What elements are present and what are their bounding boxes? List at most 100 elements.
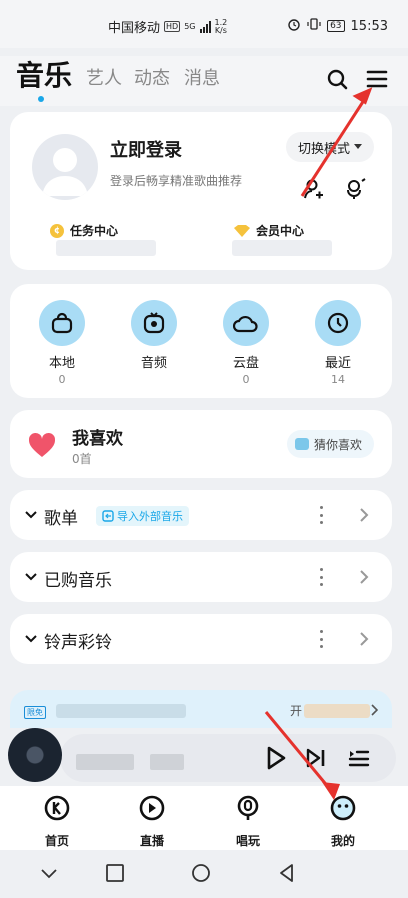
playlist-icon[interactable] [348, 747, 370, 773]
song-title-blurred [76, 754, 134, 770]
next-track-icon[interactable] [306, 748, 326, 772]
bottom-tab-live[interactable]: 直播 [117, 794, 187, 849]
vip-banner-blurred-text [56, 704, 186, 718]
recognize-song-icon[interactable] [344, 178, 366, 200]
bottom-tab-home[interactable]: 首页 [22, 794, 92, 849]
login-title[interactable]: 立即登录 [110, 136, 182, 162]
member-center-label: 会员中心 [256, 224, 305, 238]
chevron-right-icon[interactable] [358, 632, 370, 646]
tab-artists[interactable]: 艺人 [86, 64, 122, 90]
import-music-button[interactable]: 导入外部音乐 [96, 506, 189, 526]
add-friend-icon[interactable] [302, 178, 324, 200]
guess-you-like-label: 猜你喜欢 [313, 437, 362, 452]
bottom-tab-home-label: 首页 [44, 834, 69, 848]
nav-home-icon[interactable] [190, 862, 212, 884]
avatar[interactable] [32, 134, 98, 200]
section-ringtones[interactable]: 铃声彩铃 [10, 614, 392, 664]
vip-banner[interactable]: 限免 开 [10, 690, 392, 730]
radio-icon [131, 300, 177, 346]
song-artist-blurred [150, 754, 184, 770]
bottom-tab-live-label: 直播 [139, 834, 164, 848]
carrier-name: 中国移动 [108, 21, 161, 36]
quick-recent-label: 最近 [324, 356, 351, 371]
quick-recent[interactable]: 最近 14 [303, 300, 373, 386]
section-playlists[interactable]: 歌单 导入外部音乐 [10, 490, 392, 540]
chevron-right-icon [371, 704, 378, 716]
bag-icon [39, 300, 85, 346]
chevron-down-icon [25, 635, 37, 643]
section-ringtones-title: 铃声彩铃 [44, 633, 112, 653]
member-center-detail [232, 240, 332, 256]
nav-back-icon[interactable] [276, 862, 298, 884]
favorites-card[interactable]: 我喜欢 0首 猜你喜欢 [10, 410, 392, 478]
hd-badge: HD [164, 21, 181, 32]
tab-messages[interactable]: 消息 [184, 64, 220, 90]
caret-down-icon [354, 144, 362, 149]
quick-local[interactable]: 本地 0 [27, 300, 97, 386]
chevron-down-icon [25, 573, 37, 581]
bottom-tab-bar: 首页 直播 唱玩 我的 [0, 786, 408, 850]
more-options-icon[interactable] [320, 506, 324, 524]
quick-recent-count: 14 [331, 373, 345, 386]
clock-time: 15:53 [350, 18, 388, 34]
task-center-label: 任务中心 [70, 224, 119, 238]
quick-audio[interactable]: 音频 [119, 300, 189, 373]
quick-audio-label: 音频 [140, 356, 167, 371]
import-icon [102, 510, 114, 522]
mini-player[interactable] [0, 728, 408, 786]
task-center-link[interactable]: ¢ 任务中心 [50, 222, 118, 239]
member-center-link[interactable]: 会员中心 [234, 222, 304, 239]
system-nav-bar [0, 850, 408, 898]
mic-icon [237, 795, 259, 820]
network-type: 5G [184, 22, 196, 31]
favorites-title: 我喜欢 [72, 429, 123, 449]
heart-icon [28, 432, 56, 458]
switch-mode-label: 切换模式 [297, 141, 350, 157]
nav-recent-apps-icon[interactable] [104, 862, 126, 884]
quick-cloud-label: 云盘 [232, 356, 259, 371]
diamond-icon [234, 224, 250, 237]
clock-icon [315, 300, 361, 346]
import-music-label: 导入外部音乐 [117, 510, 183, 523]
net-speed-unit: K/s [214, 25, 227, 35]
coin-icon: ¢ [50, 223, 64, 238]
vibrate-icon [307, 17, 321, 35]
chevron-right-icon[interactable] [358, 570, 370, 584]
search-icon[interactable] [324, 66, 350, 92]
profile-card: 立即登录 登录后畅享精准歌曲推荐 切换模式 ¢ 任务中心 会员中心 [10, 112, 392, 270]
top-nav: 音乐 艺人 动态 消息 [0, 56, 408, 106]
face-icon [330, 795, 356, 821]
nav-hide-icon[interactable] [38, 862, 60, 884]
bottom-tab-sing[interactable]: 唱玩 [213, 794, 283, 849]
bottom-tab-mine-label: 我的 [330, 834, 355, 848]
task-center-detail [56, 240, 156, 256]
status-bar: 中国移动 HD 5G 1.2 K/s 63 15:53 [0, 0, 408, 48]
album-cover[interactable] [8, 728, 62, 782]
signal-icon [199, 20, 211, 33]
menu-icon[interactable] [364, 66, 390, 92]
music-box-icon [294, 438, 309, 450]
more-options-icon[interactable] [320, 568, 324, 586]
section-purchased-title: 已购音乐 [44, 571, 112, 591]
vip-free-tag: 限免 [24, 706, 46, 719]
play-icon[interactable] [266, 746, 286, 774]
vip-banner-blurred-price [304, 704, 370, 718]
chevron-down-icon [25, 511, 37, 519]
bottom-tab-mine[interactable]: 我的 [308, 794, 378, 849]
more-options-icon[interactable] [320, 630, 324, 648]
quick-cloud-count: 0 [242, 373, 250, 386]
switch-mode-button[interactable]: 切换模式 [285, 132, 374, 162]
player-bar[interactable] [60, 734, 396, 782]
quick-access-card: 本地 0 音频 云盘 0 最近 14 [10, 284, 392, 398]
quick-local-label: 本地 [48, 356, 75, 371]
guess-you-like-button[interactable]: 猜你喜欢 [286, 430, 374, 458]
net-speed: 1.2 K/s [214, 18, 228, 35]
play-circle-icon [139, 795, 165, 821]
k-logo-icon [44, 795, 70, 821]
tab-feed[interactable]: 动态 [134, 64, 170, 90]
section-purchased[interactable]: 已购音乐 [10, 552, 392, 602]
quick-cloud[interactable]: 云盘 0 [211, 300, 281, 386]
active-tab-indicator [38, 96, 44, 102]
tab-music[interactable]: 音乐 [16, 54, 72, 94]
chevron-right-icon[interactable] [358, 508, 370, 522]
